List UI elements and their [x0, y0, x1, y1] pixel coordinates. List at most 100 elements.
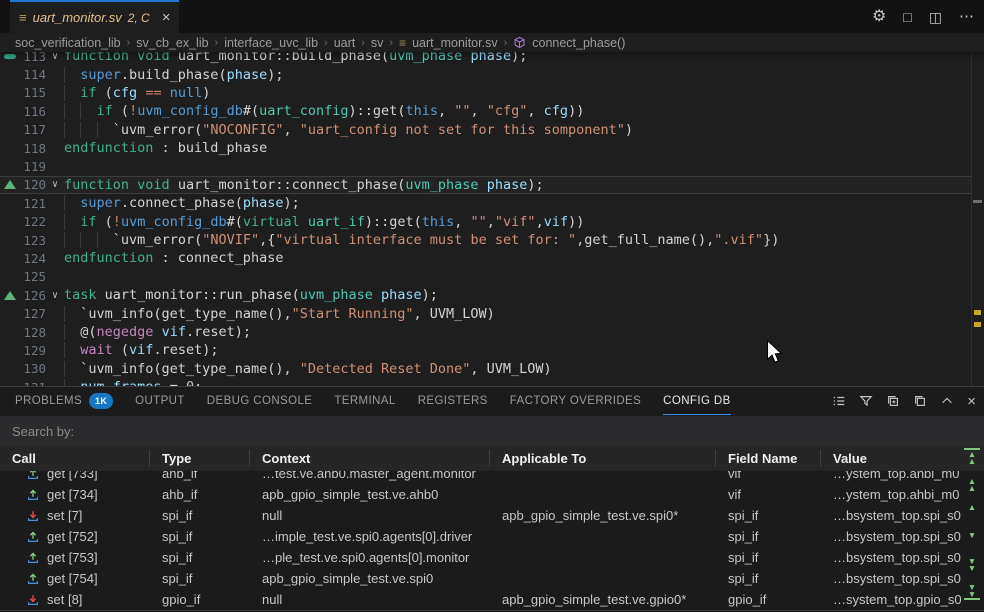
code-text: task uart_monitor::run_phase(uvm_phase p…	[64, 287, 438, 303]
cell-value: …bsystem_top.spi_s0	[821, 550, 984, 565]
gutter-marker-triangle	[0, 291, 20, 300]
code-text: endfunction : connect_phase	[64, 250, 283, 266]
code-text: endfunction : build_phase	[64, 140, 267, 156]
code-editor[interactable]: 113∨function void uart_monitor::build_ph…	[0, 52, 984, 386]
table-row[interactable]: get [754]spi_ifapb_gpio_simple_test.ve.s…	[0, 568, 984, 589]
cell-context: apb_gpio_simple_test.ve.spi0	[250, 571, 490, 586]
table-row[interactable]: get [753]spi_if…ple_test.ve.spi0.agents[…	[0, 547, 984, 568]
search-bar[interactable]: Search by:	[0, 416, 984, 446]
page-down-icon[interactable]: ▼▼	[964, 558, 980, 571]
code-line[interactable]: 118endfunction : build_phase	[0, 139, 972, 157]
maximize-panel-icon[interactable]	[940, 394, 954, 408]
cell-value: …ystem_top.ahbi_m0	[821, 487, 984, 502]
breadcrumb-item[interactable]: soc_verification_lib	[15, 36, 121, 50]
code-line[interactable]: 125	[0, 268, 972, 286]
code-text: if (!uvm_config_db#(uart_config)::get(th…	[64, 103, 584, 119]
breadcrumb-file[interactable]: uart_monitor.sv	[412, 36, 497, 50]
get-icon	[26, 551, 40, 565]
code-line[interactable]: 116 if (!uvm_config_db#(uart_config)::ge…	[0, 102, 972, 120]
line-number: 127	[20, 306, 46, 321]
split-editor-icon[interactable]: ◫	[929, 10, 942, 24]
scroll-up-icon[interactable]: ▲	[964, 504, 980, 511]
panel-tab-debug-console[interactable]: DEBUG CONSOLE	[207, 388, 313, 415]
page-up-icon[interactable]: ▲▲	[964, 478, 980, 491]
panel-tab-config-db[interactable]: CONFIG DB	[663, 387, 731, 415]
code-line[interactable]: 127 `uvm_info(get_type_name(),"Start Run…	[0, 304, 972, 322]
list-icon[interactable]	[832, 394, 846, 408]
cell-context: null	[250, 508, 490, 523]
code-line[interactable]: 120∨function void uart_monitor::connect_…	[0, 176, 972, 194]
line-number: 113	[20, 52, 46, 64]
column-header-applicable-to[interactable]: Applicable To	[490, 450, 716, 467]
code-line[interactable]: 119	[0, 157, 972, 175]
code-line[interactable]: 113∨function void uart_monitor::build_ph…	[0, 52, 972, 65]
panel-tab-label: FACTORY OVERRIDES	[510, 395, 641, 407]
cell-context: null	[250, 592, 490, 607]
code-text: `uvm_error("NOVIF",{"virtual interface m…	[64, 232, 779, 248]
code-line[interactable]: 117 `uvm_error("NOCONFIG", "uart_config …	[0, 121, 972, 139]
breadcrumb-item[interactable]: sv_cb_ex_lib	[136, 36, 208, 50]
code-line[interactable]: 129 wait (vif.reset);	[0, 341, 972, 359]
code-line[interactable]: 123 `uvm_error("NOVIF",{"virtual interfa…	[0, 231, 972, 249]
code-line[interactable]: 130 `uvm_info(get_type_name(), "Detected…	[0, 360, 972, 378]
table-row[interactable]: set [8]gpio_ifnullapb_gpio_simple_test.v…	[0, 589, 984, 610]
table-header: CallTypeContextApplicable ToField NameVa…	[0, 446, 984, 471]
code-line[interactable]: 126∨task uart_monitor::run_phase(uvm_pha…	[0, 286, 972, 304]
settings-icon[interactable]: ⚙	[872, 9, 886, 25]
fold-icon[interactable]: ∨	[46, 179, 64, 190]
fold-icon[interactable]: ∨	[46, 52, 64, 62]
scroll-to-top-icon[interactable]: ▲▲	[964, 448, 980, 464]
cell-field-name: spi_if	[716, 529, 821, 544]
column-header-type[interactable]: Type	[150, 450, 250, 467]
scroll-down-icon[interactable]: ▼	[964, 532, 980, 539]
cell-applicable-to: apb_gpio_simple_test.ve.spi0*	[490, 508, 716, 523]
duplicate-icon[interactable]	[913, 394, 927, 408]
breadcrumb-item[interactable]: uart	[334, 36, 356, 50]
code-text: num_frames = 0;	[64, 379, 202, 386]
cell-call: get [754]	[0, 571, 150, 586]
breadcrumb-separator: ›	[389, 37, 393, 49]
code-line[interactable]: 128 @(negedge vif.reset);	[0, 323, 972, 341]
scroll-to-bottom-icon[interactable]: ▼▼	[964, 584, 980, 600]
duplicate-plus-icon[interactable]	[886, 394, 900, 408]
code-line[interactable]: 115 if (cfg == null)	[0, 84, 972, 102]
breadcrumb-symbol[interactable]: connect_phase()	[532, 36, 625, 50]
cell-field-name: spi_if	[716, 508, 821, 523]
line-number: 124	[20, 251, 46, 266]
code-line[interactable]: 122 if (!uvm_config_db#(virtual uart_if)…	[0, 213, 972, 231]
column-header-field-name[interactable]: Field Name	[716, 450, 821, 467]
code-line[interactable]: 114 super.build_phase(phase);	[0, 65, 972, 83]
code-line[interactable]: 121 super.connect_phase(phase);	[0, 194, 972, 212]
file-lines-icon: ≡	[399, 36, 406, 50]
column-header-value[interactable]: Value	[821, 450, 984, 467]
fold-icon[interactable]: ∨	[46, 290, 64, 301]
breadcrumb-item[interactable]: sv	[371, 36, 384, 50]
get-icon	[26, 530, 40, 544]
line-number: 116	[20, 104, 46, 119]
cell-call: get [752]	[0, 529, 150, 544]
code-line[interactable]: 131 num_frames = 0;	[0, 378, 972, 386]
vscode-window: ≡ uart_monitor.sv 2, C × ⚙ □ ◫ ⋯ soc_verifi…	[0, 0, 984, 612]
filter-icon[interactable]	[859, 394, 873, 408]
close-icon[interactable]: ×	[162, 9, 171, 26]
layout-square-icon[interactable]: □	[903, 10, 911, 24]
more-actions-icon[interactable]: ⋯	[959, 9, 974, 24]
panel-tab-output[interactable]: OUTPUT	[135, 388, 185, 415]
code-line[interactable]: 124 endfunction : connect_phase	[0, 249, 972, 267]
table-row[interactable]: get [752] spi_if …imple_test.ve.spi0.agent…	[0, 526, 984, 547]
overview-ruler[interactable]	[971, 52, 984, 386]
panel-tab-registers[interactable]: REGISTERS	[418, 388, 488, 415]
panel-tab-terminal[interactable]: TERMINAL	[334, 388, 395, 415]
panel-tab-factory-overrides[interactable]: FACTORY OVERRIDES	[510, 388, 641, 415]
panel-tab-label: CONFIG DB	[663, 395, 731, 407]
breadcrumb-item[interactable]: interface_uvc_lib	[224, 36, 318, 50]
panel-tab-problems[interactable]: PROBLEMS1K	[15, 388, 113, 415]
table-row[interactable]: set [7]spi_ifnullapb_gpio_simple_test.ve…	[0, 505, 984, 526]
column-header-context[interactable]: Context	[250, 450, 490, 467]
column-header-call[interactable]: Call	[0, 450, 150, 467]
editor-tab[interactable]: ≡ uart_monitor.sv 2, C ×	[10, 0, 179, 33]
panel-tab-label: DEBUG CONSOLE	[207, 395, 313, 407]
cell-context: …imple_test.ve.spi0.agents[0].driver	[250, 529, 490, 544]
close-panel-icon[interactable]: ×	[967, 393, 976, 410]
table-row[interactable]: get [734]ahb_ifapb_gpio_simple_test.ve.a…	[0, 484, 984, 505]
